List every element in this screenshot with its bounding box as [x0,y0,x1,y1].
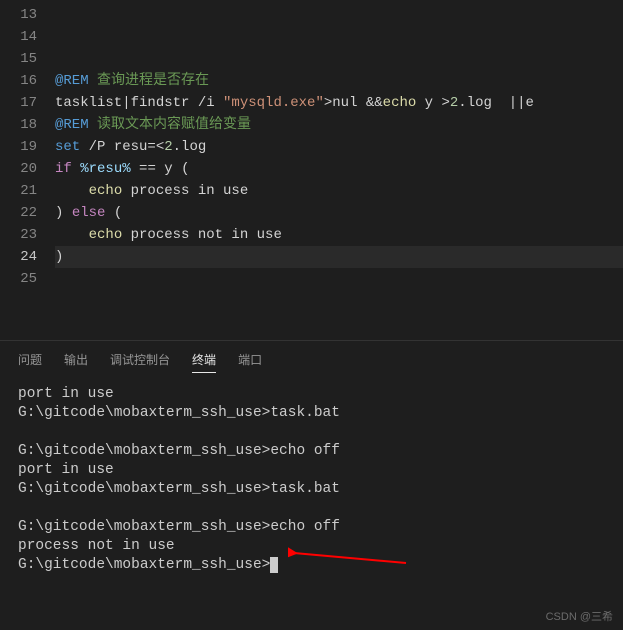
terminal-line: G:\gitcode\mobaxterm_ssh_use>echo off [18,518,605,537]
line-gutter: 13141516171819202122232425 [0,0,55,340]
code-editor[interactable]: 13141516171819202122232425 @REM 查询进程是否存在… [0,0,623,340]
code-line[interactable]: echo process in use [55,180,623,202]
terminal-line [18,499,605,518]
terminal-line: G:\gitcode\mobaxterm_ssh_use>task.bat [18,480,605,499]
tab-terminal[interactable]: 终端 [192,351,216,373]
tab-debug-console[interactable]: 调试控制台 [110,351,170,373]
code-line[interactable] [55,334,623,340]
terminal-line: process not in use [18,537,605,556]
code-line[interactable]: echo process not in use [55,224,623,246]
code-line[interactable] [55,312,623,334]
terminal-line: port in use [18,461,605,480]
bottom-panel: 问题 输出 调试控制台 终端 端口 port in useG:\gitcode\… [0,340,623,575]
code-line[interactable]: tasklist|findstr /i "mysqld.exe">nul &&e… [55,92,623,114]
terminal-line [18,423,605,442]
code-line[interactable]: ) [55,246,623,268]
code-line[interactable]: ) else ( [55,202,623,224]
terminal-output[interactable]: port in useG:\gitcode\mobaxterm_ssh_use>… [0,379,623,575]
code-line[interactable]: @REM 读取文本内容赋值给变量 [55,114,623,136]
terminal-cursor [270,557,278,573]
terminal-line: G:\gitcode\mobaxterm_ssh_use>task.bat [18,404,605,423]
code-line[interactable]: @REM 查询进程是否存在 [55,70,623,92]
tab-output[interactable]: 输出 [64,351,88,373]
tab-problems[interactable]: 问题 [18,351,42,373]
terminal-prompt[interactable]: G:\gitcode\mobaxterm_ssh_use> [18,556,605,575]
panel-tabs: 问题 输出 调试控制台 终端 端口 [0,341,623,379]
code-line[interactable]: set /P resu=<2.log [55,136,623,158]
terminal-line: port in use [18,385,605,404]
tab-ports[interactable]: 端口 [238,351,262,373]
terminal-line: G:\gitcode\mobaxterm_ssh_use>echo off [18,442,605,461]
code-content[interactable]: @REM 查询进程是否存在tasklist|findstr /i "mysqld… [55,0,623,340]
code-line[interactable] [55,268,623,290]
code-line[interactable] [55,290,623,312]
code-line[interactable]: if %resu% == y ( [55,158,623,180]
watermark: CSDN @三希 [546,608,613,624]
